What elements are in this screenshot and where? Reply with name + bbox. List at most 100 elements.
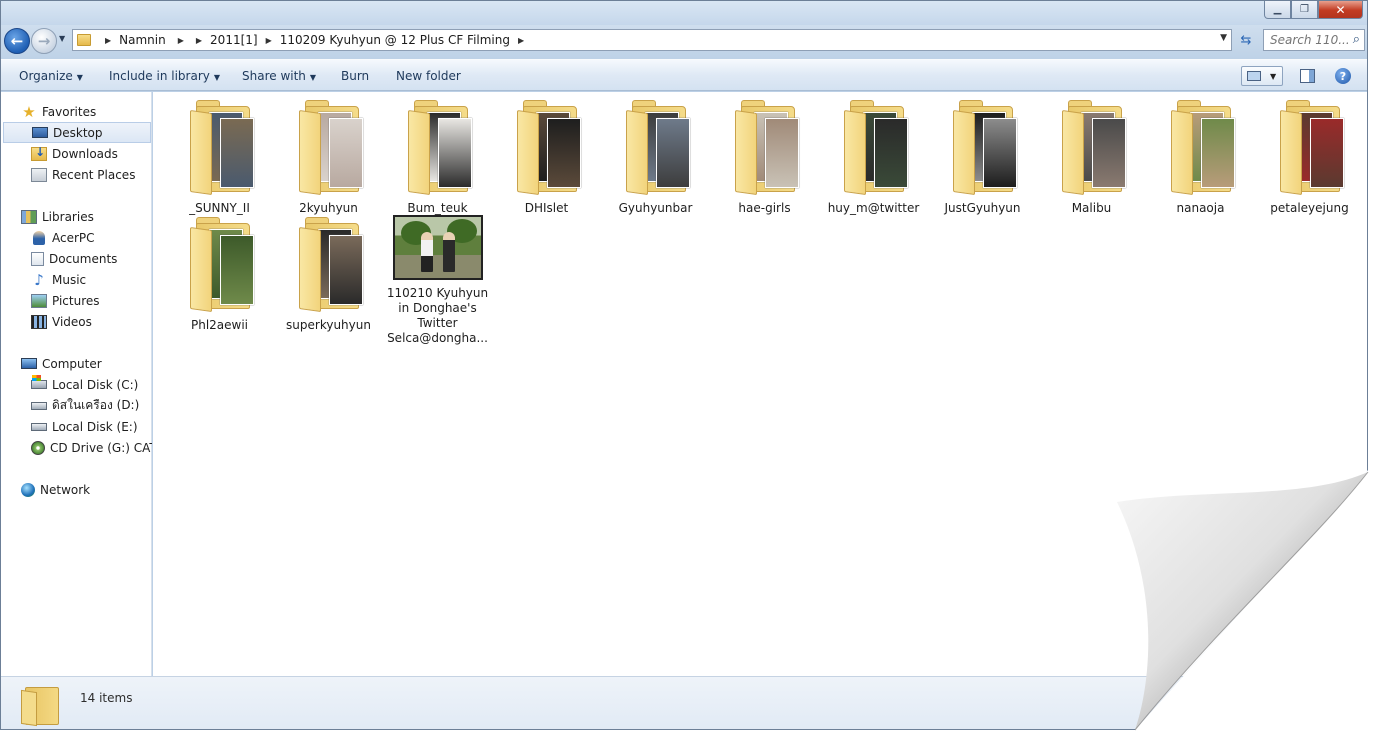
libraries-icon [21, 209, 37, 224]
nav-label: Local Disk (E:) [52, 419, 138, 434]
minimize-icon: ▁ [1273, 4, 1282, 15]
folder-item[interactable]: hae-girls [710, 98, 819, 216]
folder-item[interactable]: 2kyuhyun [274, 98, 383, 216]
nav-item-local-disk-c[interactable]: Local Disk (C:) [1, 374, 152, 395]
folder-item[interactable]: JustGyuhyun [928, 98, 1037, 216]
chevron-right-icon[interactable]: ▶ [518, 36, 524, 45]
chevron-right-icon[interactable]: ▶ [105, 36, 111, 45]
close-button[interactable]: ✕ [1318, 1, 1363, 19]
address-history-dropdown[interactable]: ▼ [1220, 33, 1227, 43]
back-button[interactable]: ← [4, 28, 30, 54]
address-bar[interactable]: ▶ Namnin ▶ ▶ 2011[1] ▶ 110209 Kyuhyun @ … [72, 29, 1232, 51]
include-in-library-button[interactable]: Include in library ▼ [109, 69, 220, 83]
chevron-down-icon: ▼ [213, 73, 221, 82]
folder-icon [1061, 98, 1126, 196]
chevron-right-icon[interactable]: ▶ [178, 36, 184, 45]
preview-pane-button[interactable] [1300, 69, 1315, 83]
nav-item-documents[interactable]: Documents [1, 248, 152, 269]
folder-item[interactable]: DHIslet [492, 98, 601, 216]
pictures-icon [31, 293, 47, 308]
folder-icon [843, 98, 908, 196]
search-input[interactable] [1270, 33, 1348, 47]
nav-label: ดิสในเครือง (D:) [52, 398, 140, 412]
forward-button[interactable]: → [31, 28, 57, 54]
item-label: nanaoja [1176, 201, 1225, 215]
item-label: Malibu [1071, 201, 1112, 215]
item-label: petaleyejung [1270, 201, 1349, 215]
folder-icon [298, 98, 363, 196]
folder-icon [189, 215, 254, 313]
nav-network[interactable]: Network [1, 479, 152, 500]
folder-item[interactable]: petaleyejung [1255, 98, 1364, 216]
recent-places-icon [31, 167, 47, 182]
address-row: ← → ▼ ▶ Namnin ▶ ▶ 2011[1] ▶ 110209 Kyuh… [1, 25, 1367, 59]
nav-item-music[interactable]: ♪ Music [1, 269, 152, 290]
image-thumbnail [392, 215, 483, 280]
nav-label: CD Drive (G:) CAT ( [50, 440, 152, 455]
folder-icon [1279, 98, 1344, 196]
chevron-right-icon[interactable]: ▶ [196, 36, 202, 45]
folder-item[interactable]: Malibu [1037, 98, 1146, 216]
system-drive-icon [31, 375, 47, 389]
nav-item-drive-d[interactable]: ดิสในเครือง (D:) [1, 395, 152, 416]
help-button[interactable]: ? [1335, 68, 1351, 84]
nav-item-pictures[interactable]: Pictures [1, 290, 152, 311]
downloads-icon [31, 145, 47, 161]
network-icon [21, 482, 35, 497]
include-in-library-label: Include in library [109, 69, 210, 83]
breadcrumb-item[interactable]: Namnin [119, 33, 166, 47]
refresh-button[interactable]: ⇆ [1235, 29, 1257, 51]
folder-item[interactable]: huy_m@twitter [819, 98, 928, 216]
item-label: hae-girls [738, 201, 791, 215]
folder-icon [516, 98, 581, 196]
maximize-icon: ❐ [1300, 4, 1309, 15]
folder-item[interactable]: Bum_teuk [383, 98, 492, 216]
share-with-label: Share with [242, 69, 306, 83]
nav-label: Videos [52, 314, 92, 329]
folder-item[interactable]: Phl2aewii [165, 215, 274, 333]
new-folder-button[interactable]: New folder [396, 69, 461, 83]
search-box[interactable]: ⌕ [1263, 29, 1365, 51]
folder-icon [952, 98, 1017, 196]
command-bar: Organize ▼ Include in library ▼ Share with… [1, 59, 1367, 91]
nav-label: Libraries [42, 209, 94, 224]
minimize-button[interactable]: ▁ [1264, 1, 1291, 19]
folder-item[interactable]: _SUNNY_II [165, 98, 274, 216]
item-label: huy_m@twitter [827, 201, 920, 215]
nav-favorites[interactable]: ★ Favorites [1, 101, 152, 122]
nav-libraries[interactable]: Libraries [1, 206, 152, 227]
breadcrumb: ▶ Namnin ▶ ▶ 2011[1] ▶ 110209 Kyuhyun @ … [97, 33, 532, 47]
breadcrumb-item[interactable]: 2011[1] [210, 33, 258, 47]
maximize-button[interactable]: ❐ [1291, 1, 1318, 19]
help-icon: ? [1339, 69, 1347, 83]
nav-item-local-disk-e[interactable]: Local Disk (E:) [1, 416, 152, 437]
image-file-item[interactable]: 110210 Kyuhyun in Donghae's Twitter Selc… [383, 215, 492, 346]
explorer-window: ▁ ❐ ✕ ← → ▼ ▶ Namnin ▶ ▶ 2011[1] ▶ 11020… [0, 0, 1368, 730]
recent-pages-dropdown[interactable]: ▼ [59, 34, 65, 43]
folder-item[interactable]: superkyuhyun [274, 215, 383, 333]
view-icon [1247, 71, 1261, 81]
chevron-right-icon[interactable]: ▶ [266, 36, 272, 45]
share-with-button[interactable]: Share with ▼ [242, 69, 316, 83]
nav-item-downloads[interactable]: Downloads [1, 143, 152, 164]
search-icon[interactable]: ⌕ [1353, 32, 1360, 47]
nav-label: Music [52, 272, 87, 287]
folder-item[interactable]: nanaoja [1146, 98, 1255, 216]
burn-button[interactable]: Burn [341, 69, 369, 83]
item-count: 14 items [80, 691, 133, 705]
folder-icon [21, 683, 59, 727]
nav-label: Favorites [42, 104, 97, 119]
nav-item-videos[interactable]: Videos [1, 311, 152, 332]
folder-item[interactable]: Gyuhyunbar [601, 98, 710, 216]
nav-item-cd-drive-g[interactable]: CD Drive (G:) CAT ( [1, 437, 152, 458]
item-label: JustGyuhyun [944, 201, 1021, 215]
nav-computer[interactable]: Computer [1, 353, 152, 374]
change-view-button[interactable]: ▼ [1241, 66, 1283, 86]
nav-label: Network [40, 482, 91, 497]
breadcrumb-item[interactable]: 110209 Kyuhyun @ 12 Plus CF Filming [280, 33, 510, 47]
nav-item-acerpc[interactable]: AcerPC [1, 227, 152, 248]
chevron-down-icon: ▼ [76, 73, 83, 82]
nav-item-recent-places[interactable]: Recent Places [1, 164, 152, 185]
nav-item-desktop[interactable]: Desktop [3, 122, 151, 143]
organize-button[interactable]: Organize ▼ [19, 69, 83, 83]
